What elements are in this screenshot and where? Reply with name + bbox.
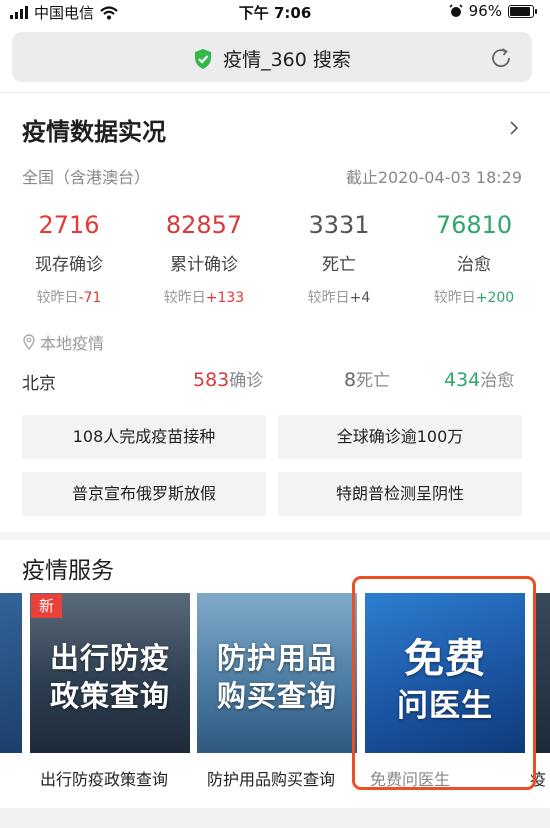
card-caption: 防护用品购买查询 [206,770,335,789]
card-overlay-text: 政策查询 [49,679,170,713]
updated-timestamp: 截止2020-04-03 18:29 [345,168,522,187]
stat-delta: 较昨日+200 [433,290,515,306]
address-bar[interactable]: 疫情_360 搜索 [12,32,532,82]
stat-value: 3331 [308,211,370,239]
local-heading: 本地疫情 [22,330,104,354]
stat-total-confirmed: 82857 累计确诊 较昨日+133 [144,210,264,307]
stat-label: 死亡 [322,255,356,275]
stat-label: 累计确诊 [170,255,238,275]
service-card-peek[interactable] [0,593,22,753]
stat-cured: 76810 治愈 较昨日+200 [414,210,534,307]
stat-value: 76810 [435,211,513,239]
stat-delta: 较昨日-71 [36,290,102,306]
chevron-right-icon[interactable] [507,120,521,136]
location-pin-icon [23,334,35,350]
service-card-supplies[interactable]: 防护用品 购买查询 [197,593,357,753]
news-item[interactable]: 特朗普检测呈阴性 [278,472,522,516]
stat-deaths: 3331 死亡 较昨日+4 [279,210,399,307]
news-item[interactable]: 全球确诊逾100万 [278,415,522,459]
card-overlay-text: 防护用品 [216,641,337,675]
stat-delta: 较昨日+133 [163,290,245,306]
status-bar: 中国电信 下午 7:06 96% [0,0,550,24]
section-gap [0,532,550,540]
service-card-travel[interactable]: 出行防疫 政策查询 新 [30,593,190,753]
bottom-bar [0,808,550,828]
new-badge: 新 [31,594,62,618]
stat-value: 2716 [38,211,100,239]
card-caption: 出行防疫政策查询 [39,770,168,789]
stat-current-confirmed: 2716 现存确诊 较昨日-71 [9,210,129,307]
local-cured: 434治愈 [444,369,515,391]
local-confirmed: 583确诊 [193,369,264,391]
alarm-icon [449,4,463,17]
stat-label: 治愈 [457,255,491,275]
news-item[interactable]: 108人完成疫苗接种 [22,415,266,459]
stat-label: 现存确诊 [35,255,103,275]
stat-value: 82857 [165,211,243,239]
battery-percent: 96% [468,2,502,20]
news-item[interactable]: 普京宣布俄罗斯放假 [22,472,266,516]
services-title: 疫情服务 [22,558,114,584]
stat-delta: 较昨日+4 [307,290,371,306]
local-city: 北京 [22,374,56,394]
local-deaths: 8死亡 [344,369,391,391]
divider [0,92,550,93]
highlight-box [352,576,536,790]
card-overlay-text: 购买查询 [216,679,337,713]
panel-title[interactable]: 疫情数据实况 [22,112,166,147]
battery-icon [508,4,537,18]
region-label: 全国（含港澳台） [22,168,151,187]
page-title: 疫情_360 搜索 [223,49,351,71]
card-overlay-text: 出行防疫 [49,641,170,675]
secure-shield-icon [195,48,212,69]
reload-icon[interactable] [488,45,514,71]
